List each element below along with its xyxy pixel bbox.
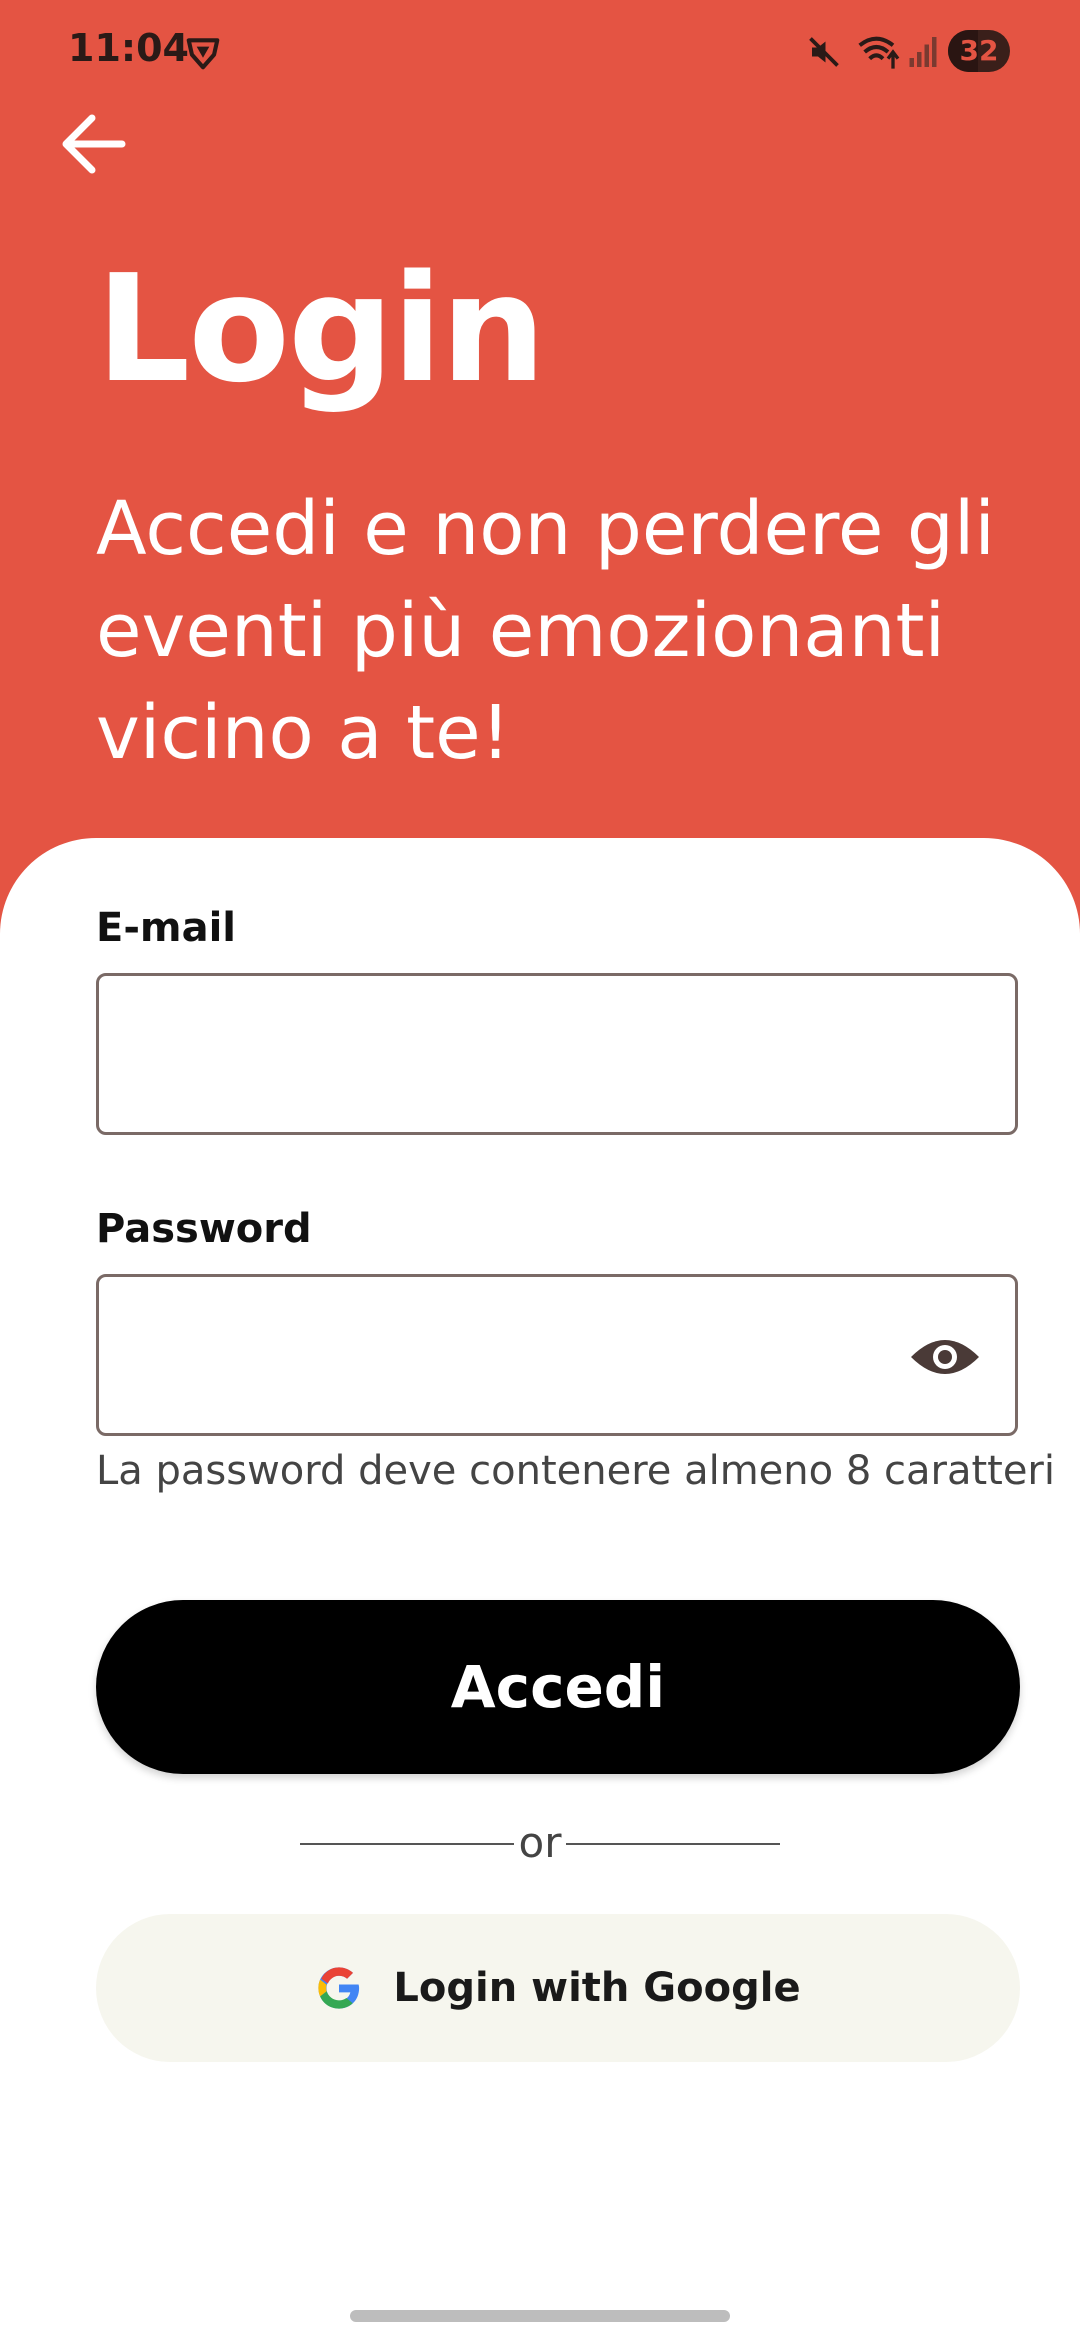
home-indicator[interactable] — [350, 2310, 730, 2322]
password-helper-text: La password deve contenere almeno 8 cara… — [96, 1448, 1055, 1494]
wifi-icon — [858, 36, 900, 69]
back-arrow-icon[interactable] — [52, 100, 140, 188]
signal-icon — [909, 37, 937, 67]
header: 11:04 32 Login Accedi e non perdere gli … — [0, 0, 1080, 960]
google-login-button[interactable]: Login with Google — [96, 1914, 1020, 2062]
login-submit-button[interactable]: Accedi — [96, 1600, 1020, 1774]
page-title: Login — [96, 243, 546, 415]
eye-icon[interactable] — [909, 1333, 981, 1381]
email-label: E-mail — [96, 905, 237, 951]
status-bar: 11:04 32 — [0, 0, 1080, 110]
shield-icon — [186, 38, 220, 70]
divider-line-left — [300, 1843, 514, 1845]
mute-icon — [809, 37, 839, 67]
google-login-label: Login with Google — [393, 1965, 801, 2011]
password-field[interactable] — [96, 1274, 1018, 1436]
battery-level: 32 — [959, 34, 999, 67]
divider-line-right — [566, 1843, 780, 1845]
page-subtitle: Accedi e non perdere gli eventi più emoz… — [96, 486, 995, 776]
status-time: 11:04 — [68, 26, 189, 70]
email-field[interactable] — [96, 973, 1018, 1135]
battery-icon: 32 — [948, 30, 1010, 72]
password-label: Password — [96, 1206, 312, 1252]
google-icon — [318, 1967, 360, 2009]
